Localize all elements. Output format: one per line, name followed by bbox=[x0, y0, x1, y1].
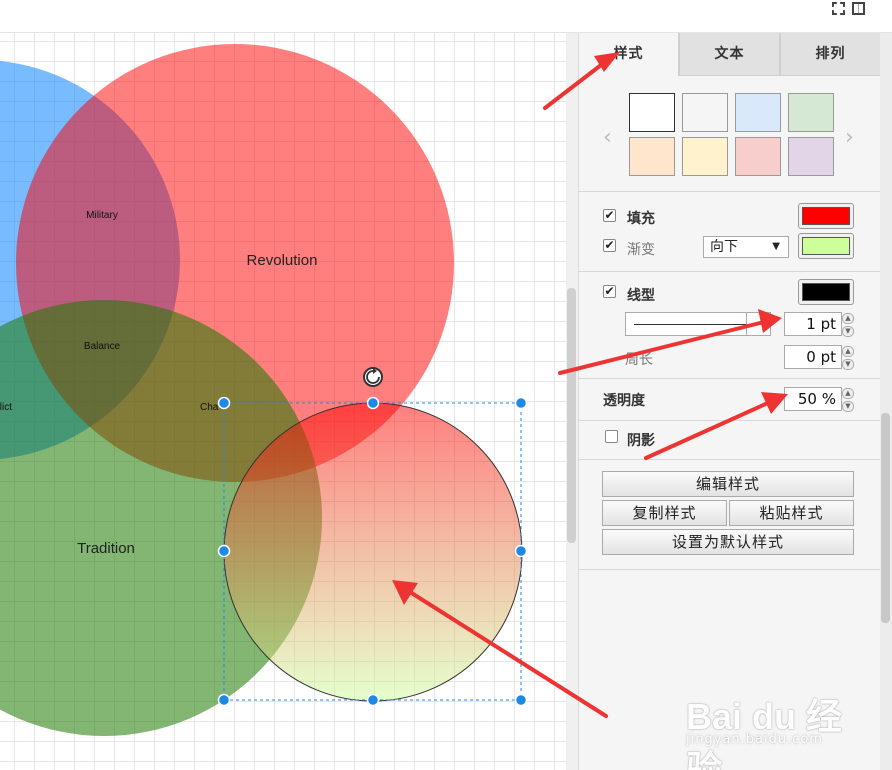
watermark-url: jingyan.baidu.com bbox=[686, 732, 823, 747]
baidu-watermark: Bai du 经验 jingyan.baidu.com bbox=[686, 688, 856, 770]
watermark-logo: Bai du 经验 bbox=[686, 696, 843, 770]
annotation-arrow-shape bbox=[408, 590, 608, 718]
annotation-arrow-opacity bbox=[644, 400, 772, 460]
arrow-head-icon bbox=[758, 309, 782, 333]
annotation-overlay bbox=[392, 52, 788, 718]
annotation-arrow-line-width bbox=[558, 320, 766, 375]
annotation-arrow-style-tab bbox=[543, 60, 607, 110]
